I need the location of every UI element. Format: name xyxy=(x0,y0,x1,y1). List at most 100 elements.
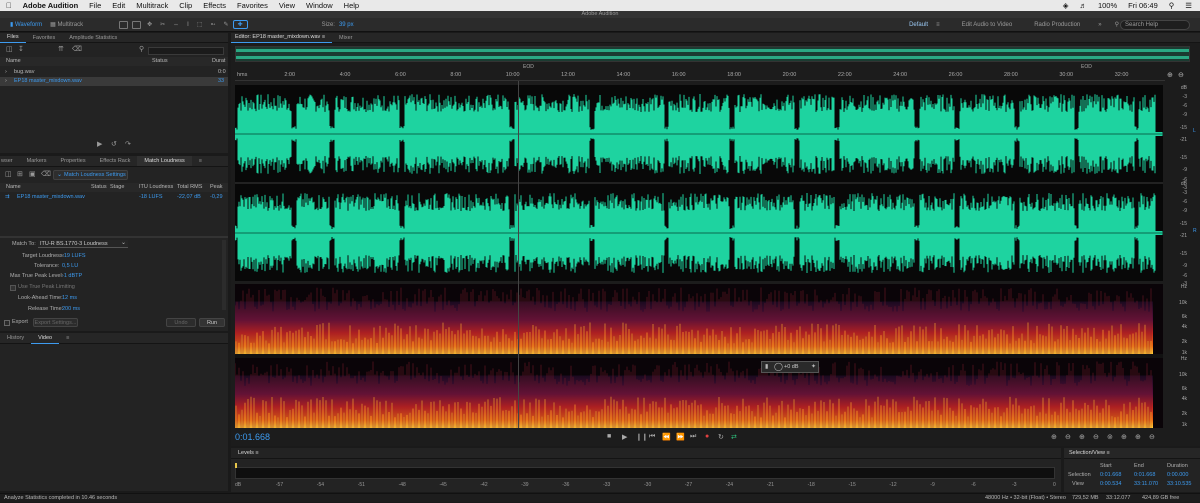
volume-knob-icon[interactable]: ◯ xyxy=(774,362,783,371)
pin-icon[interactable]: ✦ xyxy=(811,363,816,370)
view-start[interactable]: 0:00.534 xyxy=(1100,481,1121,487)
menu-effects[interactable]: Effects xyxy=(203,1,226,10)
tab-favorites[interactable]: Favorites xyxy=(26,33,63,43)
razor-tool-icon[interactable]: ✂ xyxy=(156,21,169,28)
workspace-default[interactable]: Default xyxy=(905,22,932,28)
target-loudness-value[interactable]: -19 LUFS xyxy=(62,253,86,259)
tab-editor[interactable]: Editor: EP18 master_mixdown.wav ≡ xyxy=(231,32,333,43)
expand-icon[interactable]: › xyxy=(5,77,7,86)
true-peak-limiting-checkbox[interactable] xyxy=(10,285,16,291)
tab-files[interactable]: Files xyxy=(0,32,26,43)
volume-hud[interactable]: ▮ ◯ +0 dB ✦ xyxy=(761,361,819,373)
zoom-in-time-icon[interactable]: ⊕ xyxy=(1079,433,1085,441)
pause-button[interactable]: ❙❙ xyxy=(636,433,648,441)
zoom-out-icon[interactable]: ⊖ xyxy=(1178,71,1184,79)
panel-divider[interactable] xyxy=(0,236,228,238)
go-to-start-button[interactable]: ⏮ xyxy=(649,433,655,441)
open-file-icon[interactable]: ◫ xyxy=(5,170,12,178)
export-settings-button[interactable]: Export Settings... xyxy=(33,318,78,327)
zoom-selection-out-icon[interactable]: ⊖ xyxy=(1149,433,1155,441)
spectral-display-icon[interactable] xyxy=(119,20,129,29)
skip-selection-button[interactable]: ⇄ xyxy=(731,433,737,441)
undo-button[interactable]: Undo xyxy=(166,318,196,327)
column-status[interactable]: Status xyxy=(91,183,107,192)
levels-title[interactable]: Levels ≡ xyxy=(231,448,266,458)
copy-icon[interactable]: ▣ xyxy=(29,170,36,178)
workspace-overflow-icon[interactable]: » xyxy=(1094,22,1105,28)
zoom-out-full-icon[interactable]: ⊚ xyxy=(1107,433,1113,441)
column-status[interactable]: Status xyxy=(152,57,168,66)
workspace-menu-icon[interactable]: ≡ xyxy=(932,22,944,28)
apple-icon[interactable]:  xyxy=(6,1,12,10)
tab-browser[interactable]: wser xyxy=(0,156,20,166)
workspace-radio-production[interactable]: Radio Production xyxy=(1030,22,1084,28)
column-peak[interactable]: Peak xyxy=(210,183,223,192)
selection-view-title[interactable]: Selection/View ≡ xyxy=(1064,448,1117,458)
import-icon[interactable]: ↧ xyxy=(18,45,24,53)
tab-markers[interactable]: Markers xyxy=(20,156,54,166)
time-ruler[interactable]: hms 2:00 4:00 6:00 8:00 10:00 12:00 14:00 16:00 1… xyxy=(235,72,1165,81)
waveform-display[interactable] xyxy=(235,85,1163,281)
zoom-amplitude-in-icon[interactable]: ⊕ xyxy=(1051,433,1057,441)
spotlight-icon[interactable]: ⚲ xyxy=(1169,1,1175,10)
tab-effects-rack[interactable]: Effects Rack xyxy=(93,156,138,166)
lasso-tool-icon[interactable]: ➵ xyxy=(207,21,220,28)
pitch-display-icon[interactable] xyxy=(132,20,142,29)
insert-into-multitrack-icon[interactable]: ⇈ xyxy=(58,45,64,53)
tab-match-loudness[interactable]: Match Loudness xyxy=(137,156,192,166)
time-selection-tool-icon[interactable]: I xyxy=(183,22,193,28)
match-file-row[interactable]: ⇉ EP18 master_mixdown.wav -18 LUFS -22,0… xyxy=(0,193,228,202)
column-name[interactable]: Name xyxy=(6,57,21,66)
slip-tool-icon[interactable]: ⇔ xyxy=(169,22,183,28)
healing-tool-icon[interactable]: ✚ xyxy=(232,20,248,29)
stop-button[interactable]: ■ xyxy=(607,433,611,440)
selection-duration[interactable]: 0:00.000 xyxy=(1167,472,1188,478)
open-file-icon[interactable]: ◫ xyxy=(6,45,13,53)
zoom-in-icon[interactable]: ⊕ xyxy=(1167,71,1173,79)
zoom-amplitude-out-icon[interactable]: ⊖ xyxy=(1065,433,1071,441)
waveform-view-button[interactable]: ▮ Waveform xyxy=(6,21,46,28)
delete-file-icon[interactable]: ⌫ xyxy=(72,45,82,53)
go-to-end-button[interactable]: ⏭ xyxy=(690,433,696,441)
hud-volume-value[interactable]: +0 dB xyxy=(784,364,799,370)
tolerance-value[interactable]: 0,5 LU xyxy=(62,263,78,269)
files-search-input[interactable] xyxy=(148,47,224,55)
zoom-to-selection-icon[interactable]: ⊕ xyxy=(1135,433,1141,441)
menu-favorites[interactable]: Favorites xyxy=(237,1,268,10)
column-stage[interactable]: Stage xyxy=(110,183,124,192)
loop-button[interactable]: ↻ xyxy=(718,433,724,441)
release-time-value[interactable]: 200 ms xyxy=(62,306,80,312)
search-help-input[interactable]: Search Help xyxy=(1120,19,1190,30)
channel-right-indicator[interactable]: R xyxy=(1193,228,1197,234)
menu-help[interactable]: Help xyxy=(344,1,359,10)
menu-multitrack[interactable]: Multitrack xyxy=(136,1,168,10)
wifi-icon[interactable]: ◈ xyxy=(1063,1,1069,10)
column-duration[interactable]: Durat xyxy=(212,57,225,66)
match-loudness-settings-button[interactable]: ⌄ Match Loudness Settings xyxy=(53,170,128,180)
column-name[interactable]: Name xyxy=(6,183,21,192)
record-button[interactable]: ● xyxy=(705,433,709,440)
menu-list-icon[interactable]: ☰ xyxy=(1185,1,1192,10)
workspace-edit-audio-to-video[interactable]: Edit Audio to Video xyxy=(958,22,1017,28)
playhead[interactable] xyxy=(518,81,519,428)
multitrack-view-button[interactable]: ▦ Multitrack xyxy=(46,21,87,28)
scrollbar[interactable] xyxy=(222,240,226,310)
tab-menu-icon[interactable]: ≡ xyxy=(192,156,209,166)
channel-left-indicator[interactable]: L xyxy=(1193,128,1196,134)
autoplay-icon[interactable]: ↷ xyxy=(125,140,131,148)
volume-icon[interactable]: ♬ xyxy=(1079,1,1087,10)
export-checkbox[interactable] xyxy=(4,320,10,326)
tab-history[interactable]: History xyxy=(0,333,31,343)
fast-forward-button[interactable]: ⏩ xyxy=(676,433,685,441)
file-row[interactable]: › bug.wav 0:0 xyxy=(0,68,228,77)
column-itu-loudness[interactable]: ITU Loudness xyxy=(139,183,173,192)
selection-start[interactable]: 0:01.668 xyxy=(1100,472,1121,478)
rewind-button[interactable]: ⏪ xyxy=(662,433,671,441)
look-ahead-value[interactable]: 12 ms xyxy=(62,295,77,301)
expand-icon[interactable]: › xyxy=(5,68,7,77)
max-true-peak-value[interactable]: -1 dBTP xyxy=(62,273,82,279)
battery-percent[interactable]: 100% xyxy=(1098,1,1117,10)
view-duration[interactable]: 33:10.535 xyxy=(1167,481,1191,487)
match-to-dropdown[interactable]: ITU-R BS.1770-3 Loudness ⌄ xyxy=(38,240,128,248)
add-files-icon[interactable]: ⊞ xyxy=(17,170,23,178)
